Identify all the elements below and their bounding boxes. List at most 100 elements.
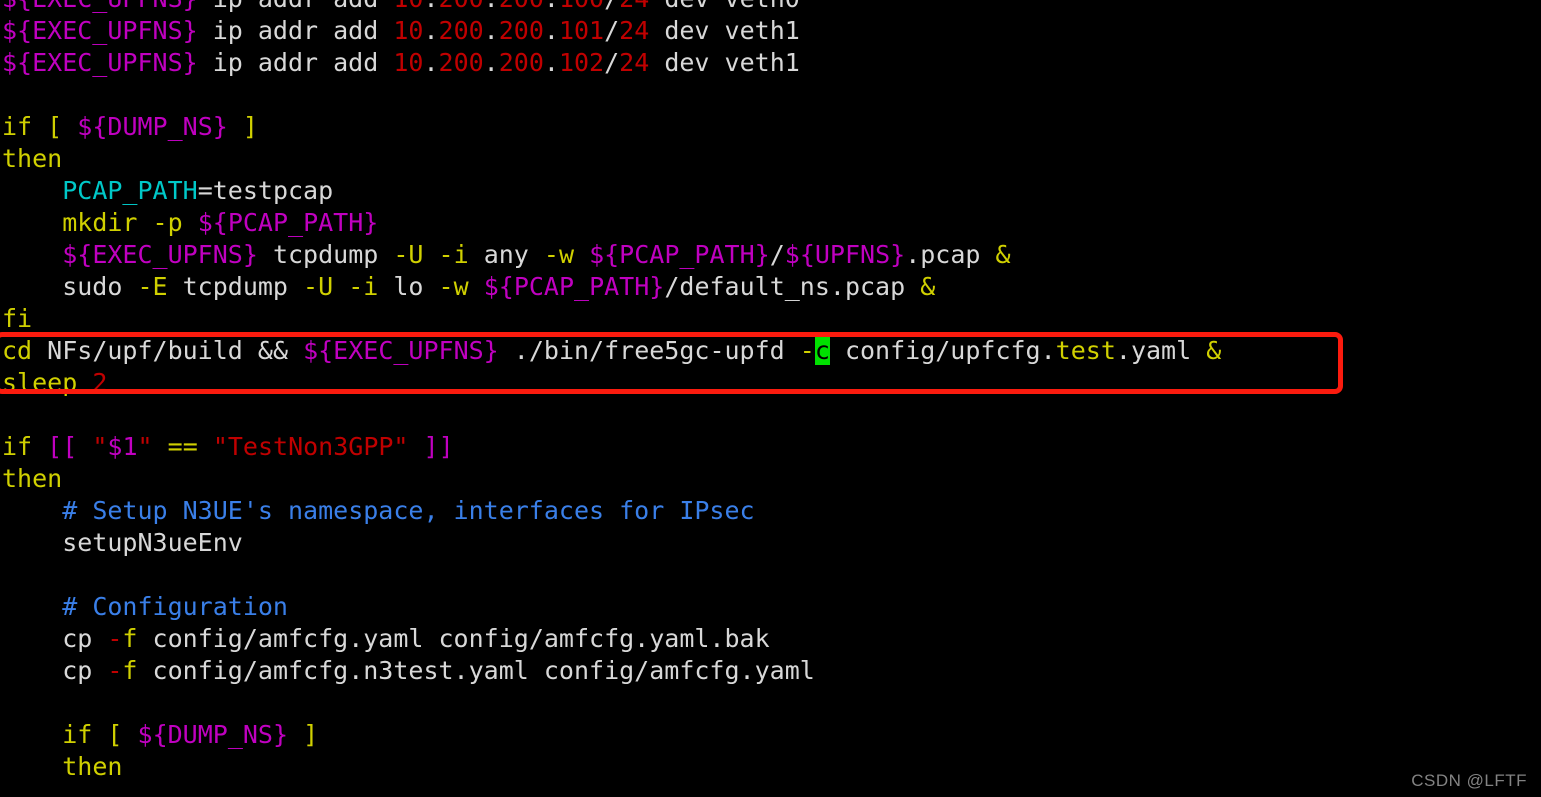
code-token: setupN3ueEnv [2, 528, 243, 557]
code-token: 200 [498, 48, 544, 77]
code-token: tcpdump [167, 272, 304, 301]
code-line: cp -f config/amfcfg.n3test.yaml config/a… [0, 655, 1541, 687]
terminal-window[interactable]: ${EXEC_UPFNS} ip addr add 10.200.200.100… [0, 0, 1541, 797]
code-token: ${PCAP_PATH} [483, 272, 665, 301]
code-token: ${EXEC_UPFNS} [2, 16, 198, 45]
code-token: 200 [498, 16, 544, 45]
code-token: - [799, 336, 815, 365]
code-token: . [484, 0, 499, 13]
code-token: . [483, 48, 499, 77]
code-token: if [62, 720, 93, 749]
code-token: PCAP_PATH [62, 176, 198, 205]
code-token: / [604, 48, 620, 77]
code-line: ${EXEC_UPFNS} ip addr add 10.200.200.100… [0, 0, 1541, 15]
code-token: -w [438, 272, 469, 301]
code-token: / [769, 240, 785, 269]
code-token: cp [2, 656, 108, 685]
code-token: ]] [423, 432, 454, 461]
code-token: tcpdump [257, 240, 394, 269]
code-token: 200 [438, 48, 484, 77]
code-line: ${EXEC_UPFNS} ip addr add 10.200.200.102… [0, 47, 1541, 79]
code-token: ${EXEC_UPFNS} [2, 0, 198, 13]
code-token: any [468, 240, 544, 269]
code-line-highlighted: cd NFs/upf/build && ${EXEC_UPFNS} ./bin/… [0, 335, 1541, 367]
code-token: 200 [499, 0, 544, 13]
code-token: # Configuration [62, 592, 288, 621]
code-token: . [543, 48, 559, 77]
code-token: .pcap [905, 240, 996, 269]
code-token: then [2, 464, 63, 493]
code-token: ${EXEC_UPFNS} [2, 48, 198, 77]
code-token: ] [242, 112, 258, 141]
code-line: then [0, 751, 1541, 783]
code-token: == [167, 432, 198, 461]
code-token: 102 [558, 48, 605, 77]
code-token: ip addr add [197, 48, 394, 77]
code-token: 24 [619, 48, 650, 77]
code-token: 24 [619, 0, 649, 13]
code-token: ${DUMP_NS} [77, 112, 228, 141]
code-token: ${EXEC_UPFNS} [62, 240, 258, 269]
code-token: [ [107, 720, 123, 749]
code-token: if [2, 112, 33, 141]
code-token: -U [393, 240, 424, 269]
code-token: -w [543, 240, 575, 269]
script-code-area[interactable]: ${EXEC_UPFNS} ip addr add 10.200.200.100… [0, 0, 1541, 783]
code-token: if [2, 432, 33, 461]
code-token: 10 [393, 16, 424, 45]
code-token: "TestNon3GPP" [212, 432, 409, 461]
code-token: dev veth0 [649, 0, 799, 13]
code-line: fi [0, 303, 1541, 335]
code-token: & [1206, 336, 1222, 365]
code-token: . [543, 16, 559, 45]
code-token: ./bin/free5gc-upfd [498, 336, 800, 365]
code-token: lo [378, 272, 439, 301]
code-line: then [0, 463, 1541, 495]
code-token: ${DUMP_NS} [137, 720, 289, 749]
code-line: if [[ "$1" == "TestNon3GPP" ]] [0, 431, 1541, 463]
code-token: 200 [438, 16, 484, 45]
code-token: NFs/upf/build [32, 336, 258, 365]
code-token: then [2, 144, 63, 173]
code-token: ] [303, 720, 319, 749]
code-token: f [122, 624, 138, 653]
code-token: cp [2, 624, 108, 653]
code-token: -U [303, 272, 334, 301]
code-token: mkdir [62, 208, 138, 237]
code-token: . [544, 0, 559, 13]
code-line: cp -f config/amfcfg.yaml config/amfcfg.y… [0, 623, 1541, 655]
code-token: / [604, 0, 619, 13]
code-token: -p [152, 208, 183, 237]
code-token: " [92, 432, 108, 461]
code-token: ip addr add [197, 16, 394, 45]
csdn-watermark: CSDN @LFTF [1411, 771, 1527, 790]
code-line: # Setup N3UE's namespace, interfaces for… [0, 495, 1541, 527]
code-line: ${EXEC_UPFNS} tcpdump -U -i any -w ${PCA… [0, 239, 1541, 271]
code-token: fi [2, 304, 33, 333]
code-token: # Setup N3UE's namespace, interfaces for… [62, 496, 755, 525]
code-token: - [107, 624, 123, 653]
code-token: 101 [558, 16, 605, 45]
code-line: if [ ${DUMP_NS} ] [0, 719, 1541, 751]
code-token: . [423, 16, 439, 45]
